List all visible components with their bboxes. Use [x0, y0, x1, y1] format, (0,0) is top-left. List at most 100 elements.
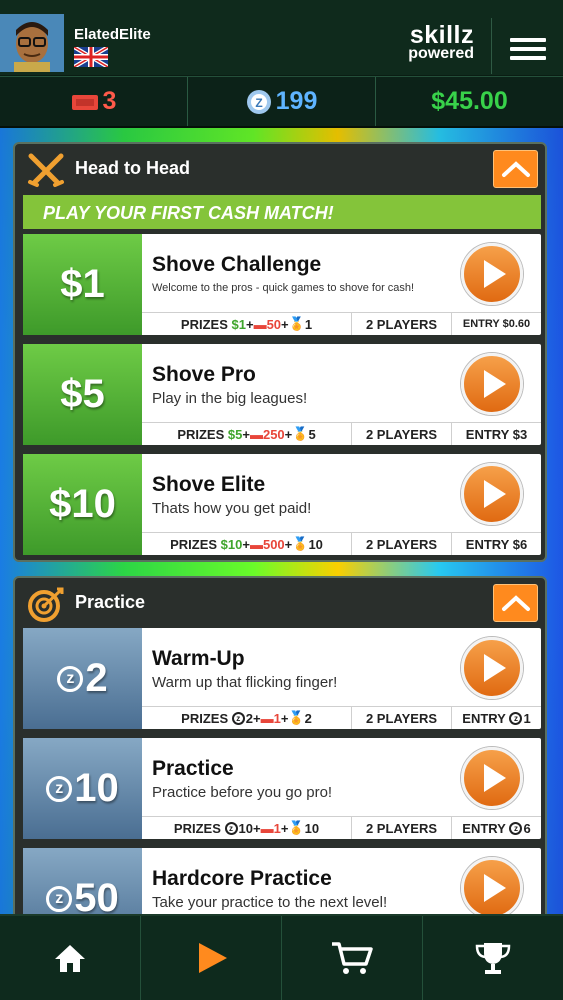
entry-label: ENTRY: [462, 820, 506, 836]
match-card[interactable]: $1 Shove Challenge Welcome to the pros -…: [23, 234, 541, 335]
section-title: Practice: [75, 592, 146, 612]
prize-tickets: 250: [262, 426, 285, 442]
prize-z: 10: [238, 820, 253, 836]
z-coin-icon: z: [509, 711, 523, 725]
chevron-up-icon: [501, 595, 530, 611]
plus: +: [252, 710, 261, 726]
prize-medal: 1: [304, 316, 313, 332]
section-header: Practice: [15, 578, 545, 628]
ticket-icon: ▬: [249, 426, 263, 442]
prize-cash: $1: [231, 316, 246, 332]
nav-store[interactable]: [282, 916, 423, 1000]
divider: [491, 18, 492, 74]
uk-flag-icon: [74, 47, 108, 67]
prize-medal: 2: [304, 710, 312, 726]
card-description: Welcome to the pros - quick games to sho…: [152, 282, 415, 294]
play-button[interactable]: [461, 353, 523, 415]
top-bar: ElatedElite skillz powered: [0, 0, 563, 76]
bottom-nav: [0, 914, 563, 1000]
medal-icon: 🏅: [292, 536, 309, 551]
collapse-button[interactable]: [493, 584, 538, 622]
card-title: Practice: [152, 757, 234, 780]
entry: ENTRY $6: [465, 536, 528, 552]
players: 2 PLAYERS: [352, 817, 452, 839]
medal-icon: 🏅: [288, 710, 305, 725]
plus: +: [280, 710, 289, 726]
cash-stat[interactable]: $45.00: [376, 77, 563, 126]
card-footer: PRIZES $1 + ▬ 50 + 🏅 1 2 PLAYERS ENTRY $0.60: [142, 312, 541, 335]
chevron-up-icon: [501, 161, 530, 177]
z-coins-stat[interactable]: Z 199: [188, 77, 376, 126]
section-title: Head to Head: [75, 158, 191, 178]
nav-home[interactable]: [0, 916, 141, 1000]
prizes: PRIZES z 2 + ▬ 1 + 🏅 2: [142, 707, 352, 729]
prize-tickets: 1: [273, 820, 281, 836]
play-icon: [484, 370, 506, 398]
nav-play[interactable]: [141, 916, 282, 1000]
play-icon: [484, 480, 506, 508]
z-coins-count: 199: [275, 87, 318, 115]
svg-text:Z: Z: [255, 96, 262, 110]
play-button[interactable]: [461, 637, 523, 699]
collapse-button[interactable]: [493, 150, 538, 188]
z-coin-icon: z: [509, 821, 523, 835]
target-icon: [28, 587, 64, 622]
entry: ENTRY z1: [452, 707, 541, 729]
card-title: Shove Elite: [152, 473, 266, 496]
card-title: Hardcore Practice: [152, 867, 332, 890]
prize-tickets: 50: [266, 316, 282, 332]
username: ElatedElite: [74, 26, 151, 43]
play-button[interactable]: [461, 463, 523, 525]
prizes-label: PRIZES: [181, 710, 229, 726]
prizes: PRIZES z 10 + ▬ 1 + 🏅 10: [142, 817, 352, 839]
ticket-icon: [71, 94, 98, 110]
play-icon: [484, 654, 506, 682]
card-description: Thats how you get paid!: [152, 500, 312, 517]
play-icon: [484, 874, 506, 902]
z-coin-icon: z: [231, 711, 245, 725]
z-coin-icon: z: [224, 821, 238, 835]
tickets-stat[interactable]: 3: [0, 77, 188, 126]
card-description: Warm up that flicking finger!: [152, 674, 338, 691]
promo-banner: PLAY YOUR FIRST CASH MATCH!: [23, 195, 541, 229]
brand-line2: powered: [408, 44, 474, 62]
play-button[interactable]: [461, 857, 523, 919]
nav-trophy[interactable]: [423, 916, 563, 1000]
players: 2 PLAYERS: [352, 533, 452, 555]
plus: +: [242, 536, 250, 552]
prize-medal: 10: [304, 820, 320, 836]
brand-line1: skillz: [409, 21, 474, 49]
play-icon: [484, 764, 506, 792]
entry-amount: z 10: [23, 738, 142, 839]
prize-tickets: 500: [262, 536, 285, 552]
tickets-count: 3: [102, 87, 117, 115]
skillz-logo: skillz powered: [384, 21, 474, 62]
entry-amount: $10: [23, 454, 142, 555]
play-button[interactable]: [461, 747, 523, 809]
card-footer: PRIZES $5 + ▬ 250 + 🏅 5 2 PLAYERS ENTRY $3: [142, 422, 541, 445]
plus: +: [252, 820, 261, 836]
match-card[interactable]: $10 Shove Elite Thats how you get paid! …: [23, 454, 541, 555]
cash-balance: $45.00: [431, 87, 508, 115]
play-button[interactable]: [461, 243, 523, 305]
medal-icon: 🏅: [288, 820, 305, 835]
entry: ENTRY $3: [465, 426, 528, 442]
entry-amount-value: 2: [85, 656, 108, 700]
prize-z: 2: [245, 710, 253, 726]
ticket-icon: ▬: [253, 316, 267, 332]
match-card[interactable]: $5 Shove Pro Play in the big leagues! PR…: [23, 344, 541, 445]
avatar[interactable]: [0, 14, 64, 72]
plus: +: [242, 426, 250, 442]
medal-icon: 🏅: [292, 426, 309, 441]
card-title: Shove Challenge: [152, 253, 322, 276]
play-icon: [484, 260, 506, 288]
entry-amount: $5: [23, 344, 142, 445]
entry-amount: $1: [23, 234, 142, 335]
prizes-label: PRIZES: [180, 316, 228, 332]
hamburger-menu-icon[interactable]: [510, 38, 546, 62]
plus: +: [284, 536, 293, 552]
match-card[interactable]: z 10 Practice Practice before you go pro!…: [23, 738, 541, 839]
cart-icon: [332, 942, 373, 974]
match-card[interactable]: z2 Warm-Up Warm up that flicking finger!…: [23, 628, 541, 729]
players: 2 PLAYERS: [352, 423, 452, 445]
